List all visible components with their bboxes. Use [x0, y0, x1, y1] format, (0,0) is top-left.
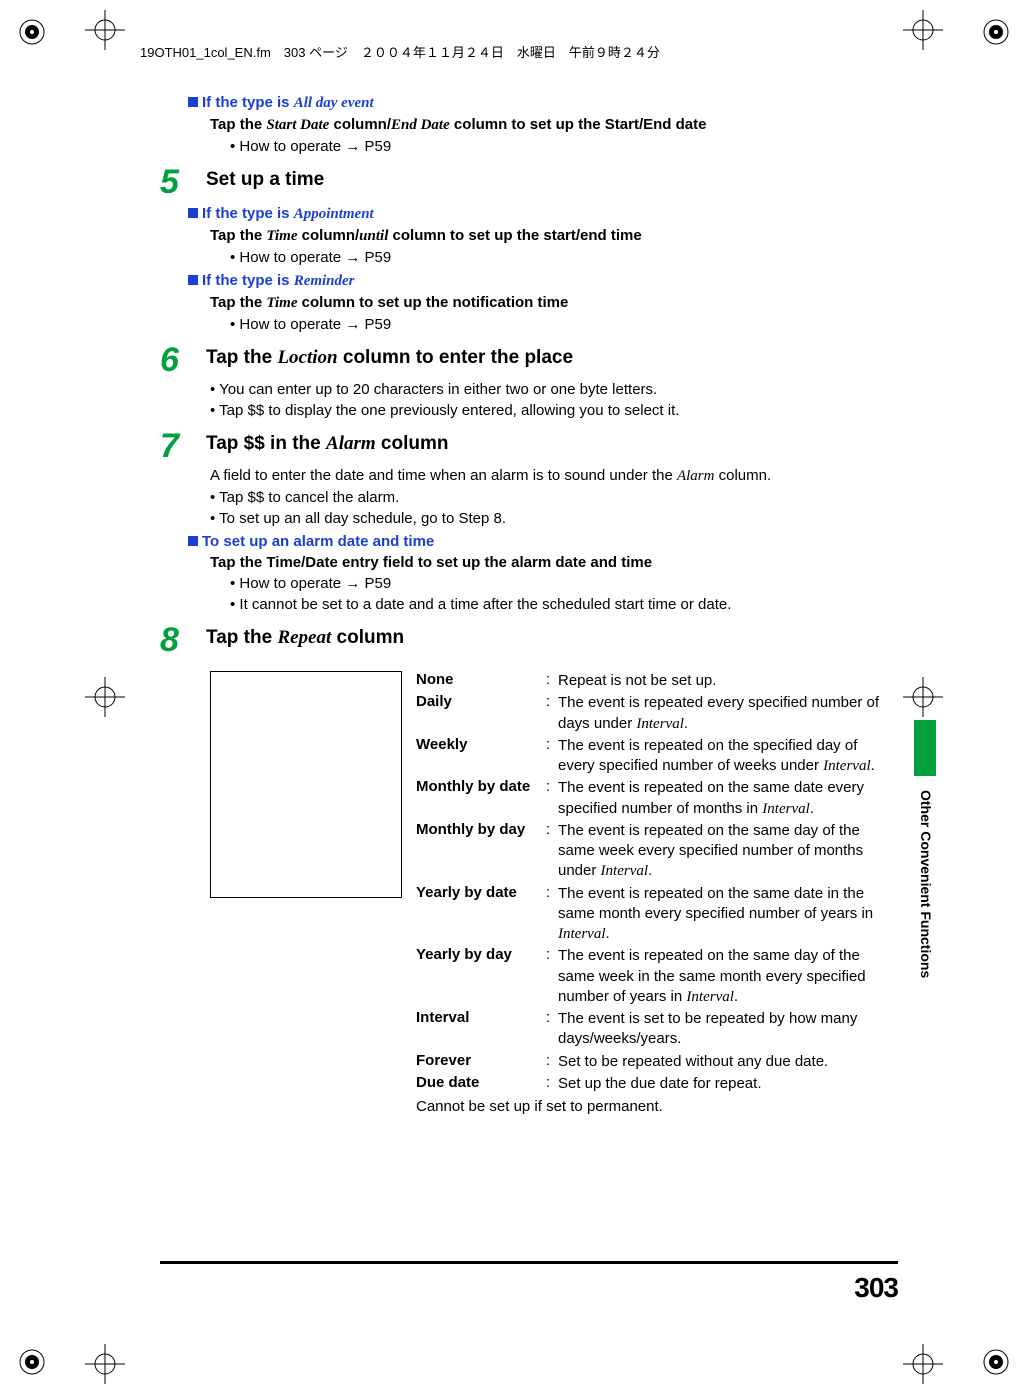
page-content: If the type is All day event Tap the Sta… — [160, 88, 898, 1115]
definition-label: None — [416, 671, 546, 691]
colon: : — [546, 736, 558, 777]
step-5: 5 Set up a time — [160, 165, 898, 199]
crop-mark-icon — [85, 1344, 125, 1384]
definition-label: Interval — [416, 1009, 546, 1050]
bullet-item: How to operate → P59 — [230, 575, 898, 592]
bullet-item: How to operate → P59 — [230, 249, 898, 266]
subsection-heading: If the type is Appointment — [188, 205, 898, 223]
registration-circle-icon — [18, 1348, 46, 1376]
crop-mark-icon — [903, 10, 943, 50]
bullet-item: You can enter up to 20 characters in eit… — [210, 381, 898, 398]
paragraph: A field to enter the date and time when … — [210, 467, 898, 485]
definition-desc: Set up the due date for repeat. — [558, 1074, 898, 1094]
heading-em: All day event — [294, 95, 374, 111]
step-number: 5 — [160, 165, 206, 199]
definition-label: Due date — [416, 1074, 546, 1094]
instruction-line: Tap the Time column/until column to set … — [210, 227, 898, 245]
colon: : — [546, 1009, 558, 1050]
definition-row: Due date:Set up the due date for repeat. — [416, 1074, 898, 1094]
colon: : — [546, 946, 558, 1007]
printer-header: 19OTH01_1col_EN.fm 303 ページ ２００４年１１月２４日 水… — [140, 42, 660, 61]
definition-row: None:Repeat is not be set up. — [416, 671, 898, 691]
definition-desc: The event is set to be repeated by how m… — [558, 1009, 898, 1050]
registration-circle-icon — [982, 1348, 1010, 1376]
bullet-item: How to operate → P59 — [230, 138, 898, 155]
definition-row: Yearly by date:The event is repeated on … — [416, 884, 898, 945]
definition-label: Monthly by day — [416, 821, 546, 882]
step-title: Set up a time — [206, 165, 324, 191]
square-bullet-icon — [188, 97, 198, 107]
definition-label: Monthly by date — [416, 778, 546, 819]
colon: : — [546, 693, 558, 734]
step-8: 8 Tap the Repeat column — [160, 623, 898, 657]
definition-label: Weekly — [416, 736, 546, 777]
colon: : — [546, 821, 558, 882]
registration-circle-icon — [18, 18, 46, 46]
definition-desc: The event is repeated on the same date i… — [558, 884, 898, 945]
subsection-heading: To set up an alarm date and time — [188, 533, 898, 550]
crop-mark-icon — [903, 1344, 943, 1384]
definition-row: Monthly by date:The event is repeated on… — [416, 778, 898, 819]
bullet-item: Tap $$ to display the one previously ent… — [210, 402, 898, 419]
definition-label: Yearly by date — [416, 884, 546, 945]
page-number: 303 — [854, 1272, 898, 1304]
subsection-heading: If the type is Reminder — [188, 272, 898, 290]
colon: : — [546, 1052, 558, 1072]
colon: : — [546, 671, 558, 691]
definition-desc: The event is repeated on the specified d… — [558, 736, 898, 777]
definition-row: Interval:The event is set to be repeated… — [416, 1009, 898, 1050]
footer-rule — [160, 1261, 898, 1264]
definition-row: Weekly:The event is repeated on the spec… — [416, 736, 898, 777]
definition-desc: The event is repeated on the same day of… — [558, 946, 898, 1007]
colon: : — [546, 778, 558, 819]
instruction-line: Tap the Time/Date entry field to set up … — [210, 554, 898, 571]
square-bullet-icon — [188, 536, 198, 546]
definition-desc: Repeat is not be set up. — [558, 671, 898, 691]
instruction-line: Tap the Time column to set up the notifi… — [210, 294, 898, 312]
definition-label: Forever — [416, 1052, 546, 1072]
registration-circle-icon — [982, 18, 1010, 46]
bullet-item: Tap $$ to cancel the alarm. — [210, 489, 898, 506]
step-title: Tap $$ in the Alarm column — [206, 429, 448, 455]
colon: : — [546, 1074, 558, 1094]
definition-label: Yearly by day — [416, 946, 546, 1007]
definition-row: Daily:The event is repeated every specif… — [416, 693, 898, 734]
definition-label: Daily — [416, 693, 546, 734]
definition-desc: The event is repeated on the same date e… — [558, 778, 898, 819]
step-title: Tap the Repeat column — [206, 623, 404, 649]
square-bullet-icon — [188, 275, 198, 285]
step-title: Tap the Loction column to enter the plac… — [206, 343, 573, 369]
colon: : — [546, 884, 558, 945]
bullet-item: To set up an all day schedule, go to Ste… — [210, 510, 898, 527]
step-number: 6 — [160, 343, 206, 377]
step-6: 6 Tap the Loction column to enter the pl… — [160, 343, 898, 377]
crop-mark-icon — [903, 677, 943, 717]
screenshot-placeholder — [210, 671, 402, 898]
bullet-item: How to operate → P59 — [230, 316, 898, 333]
step-7: 7 Tap $$ in the Alarm column — [160, 429, 898, 463]
bullet-item: It cannot be set to a date and a time af… — [230, 596, 898, 613]
repeat-options: None:Repeat is not be set up.Daily:The e… — [210, 671, 898, 1115]
instruction-line: Tap the Start Date column/End Date colum… — [210, 116, 898, 134]
crop-mark-icon — [85, 10, 125, 50]
definition-desc: The event is repeated every specified nu… — [558, 693, 898, 734]
definition-desc: Set to be repeated without any due date. — [558, 1052, 898, 1072]
heading-text: If the type is — [202, 94, 294, 111]
section-label: Other Convenient Functions — [918, 790, 934, 978]
square-bullet-icon — [188, 208, 198, 218]
step-number: 8 — [160, 623, 206, 657]
definition-row: Monthly by day:The event is repeated on … — [416, 821, 898, 882]
definition-row: Forever:Set to be repeated without any d… — [416, 1052, 898, 1072]
crop-mark-icon — [85, 677, 125, 717]
definition-note: Cannot be set up if set to permanent. — [416, 1098, 898, 1115]
definition-row: Yearly by day:The event is repeated on t… — [416, 946, 898, 1007]
definition-desc: The event is repeated on the same day of… — [558, 821, 898, 882]
step-number: 7 — [160, 429, 206, 463]
definition-list: None:Repeat is not be set up.Daily:The e… — [416, 671, 898, 1115]
section-tab — [914, 720, 936, 776]
subsection-heading: If the type is All day event — [188, 94, 898, 112]
